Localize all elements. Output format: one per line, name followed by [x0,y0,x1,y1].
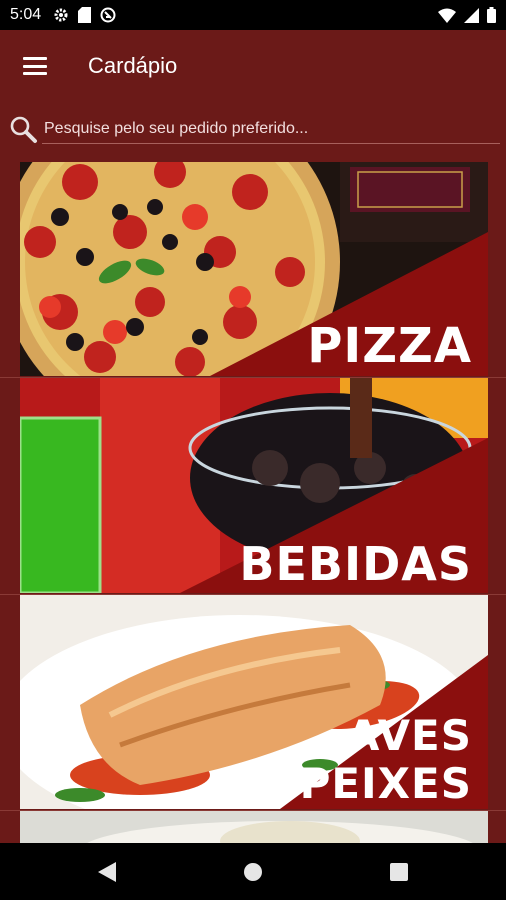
page-title: Cardápio [88,53,178,78]
menu-button[interactable] [0,30,70,102]
back-icon [98,862,116,882]
gear-icon [54,8,68,22]
search-icon [10,116,37,143]
category-card-bebidas[interactable]: BEBIDAS [20,378,488,593]
status-time: 5:04 [10,6,42,23]
category-label-line-1: AVES [346,711,472,760]
home-button[interactable] [238,857,268,887]
category-label: AVES E PEIXES [254,715,472,805]
signal-icon [464,7,479,23]
category-card-aves-e-peixes[interactable]: AVES E PEIXES [20,595,488,809]
navigation-bar [0,843,506,900]
home-icon [244,863,262,881]
back-button[interactable] [92,857,122,887]
recents-button[interactable] [384,857,414,887]
status-bar: 5:04 [0,0,506,30]
category-list: PIZZA BEBIDAS AVES E PEIXES [0,160,506,843]
wifi-icon [438,8,456,23]
search-input[interactable] [42,114,500,144]
app-bar: Cardápio [0,30,506,102]
category-label: PIZZA [307,318,472,374]
sd-card-icon [78,7,92,23]
no-data-icon [100,7,116,23]
category-label: BEBIDAS [239,537,472,591]
rice-dish-photo [20,811,488,843]
battery-icon [487,7,496,23]
status-icons-left [53,7,116,23]
category-card-next[interactable] [20,811,488,843]
hamburger-icon [23,57,47,75]
category-label-line-2: E PEIXES [254,759,472,808]
category-card-pizza[interactable]: PIZZA [20,162,488,376]
search-row [0,110,506,150]
recents-icon [390,863,408,881]
status-icons-right [438,7,496,23]
